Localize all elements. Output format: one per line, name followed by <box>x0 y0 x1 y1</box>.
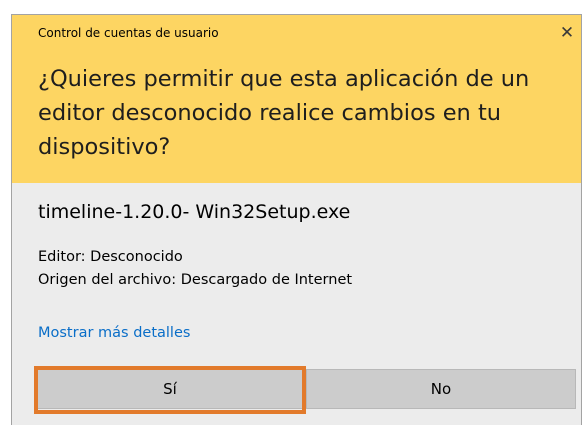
yes-button[interactable]: Sí <box>37 369 303 409</box>
uac-dialog: Control de cuentas de usuario ✕ ¿Quieres… <box>11 14 582 425</box>
publisher-label: Editor: Desconocido <box>38 249 183 265</box>
permission-question: ¿Quieres permitir que esta aplicación de… <box>38 66 530 160</box>
file-origin-label: Origen del archivo: Descargado de Intern… <box>38 272 353 288</box>
window-title: Control de cuentas de usuario <box>38 26 219 40</box>
dialog-header: Control de cuentas de usuario ✕ ¿Quieres… <box>12 15 581 183</box>
close-icon[interactable]: ✕ <box>555 21 579 45</box>
app-info: Editor: Desconocido Origen del archivo: … <box>38 246 352 292</box>
app-file-name: timeline-1.20.0- Win32Setup.exe <box>38 201 351 223</box>
no-button[interactable]: No <box>306 369 576 409</box>
show-more-details-link[interactable]: Mostrar más detalles <box>38 325 190 341</box>
